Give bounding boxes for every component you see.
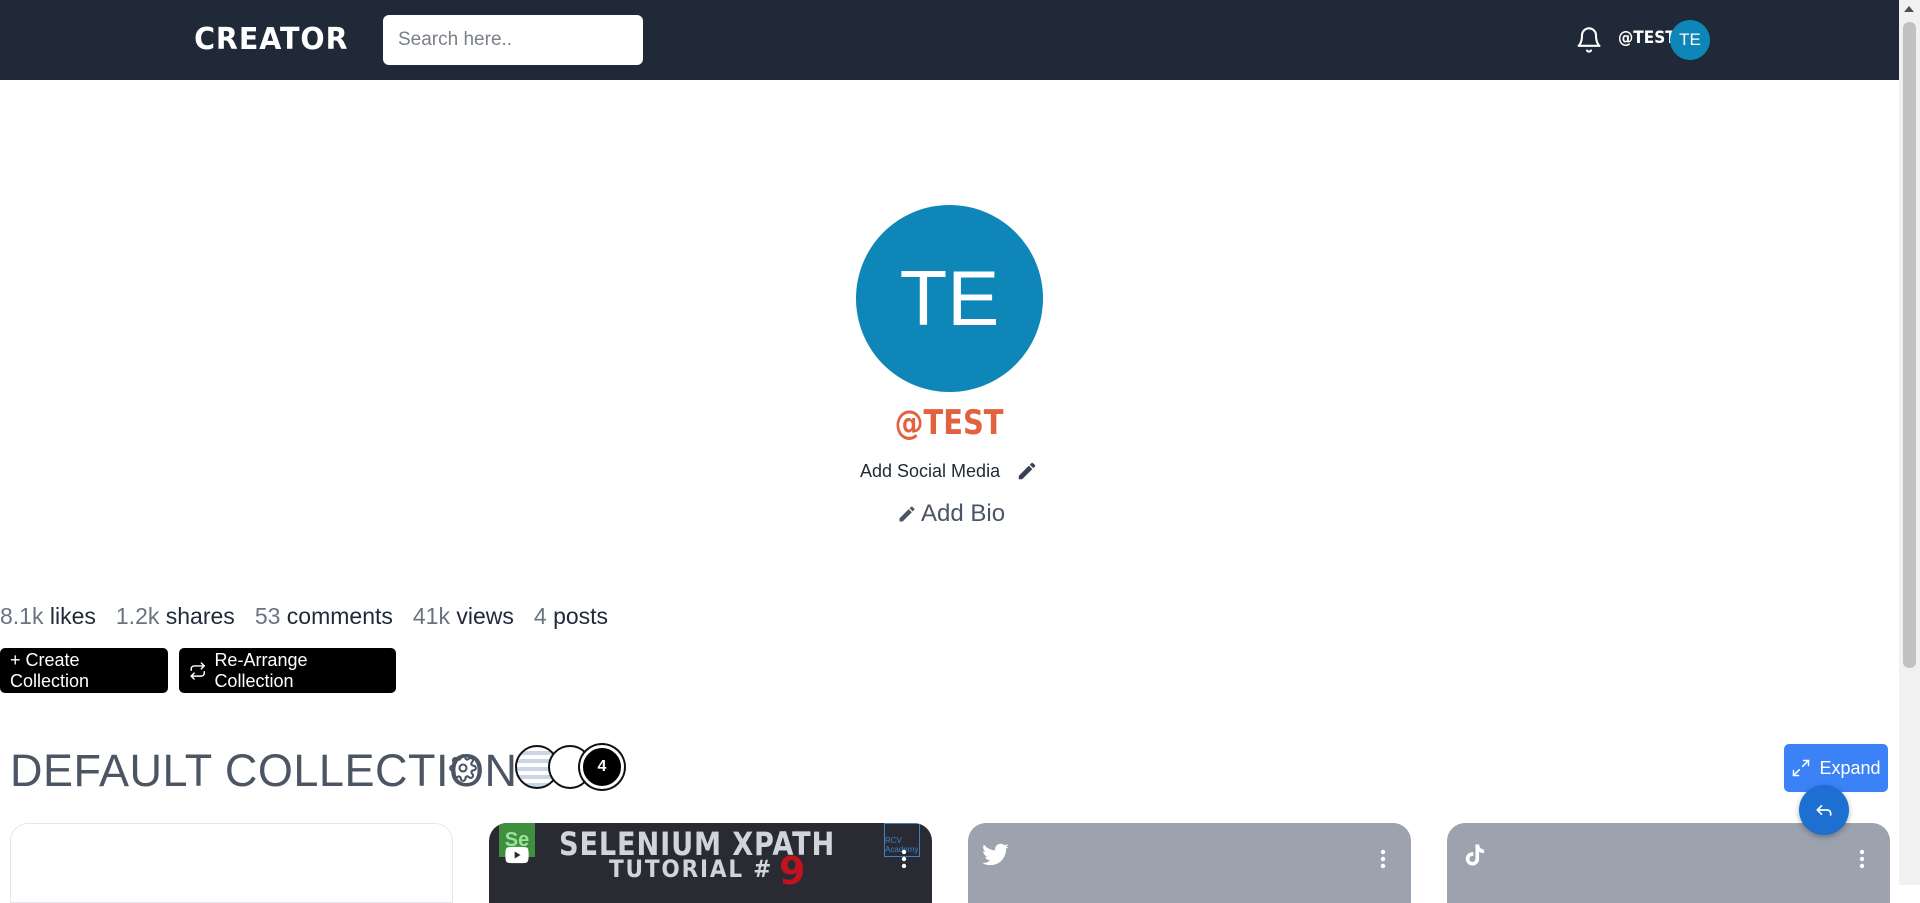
gear-icon[interactable] xyxy=(449,754,477,782)
pencil-icon[interactable] xyxy=(1016,460,1038,482)
profile-avatar[interactable]: TE xyxy=(856,205,1043,392)
nav-username[interactable]: @TEST xyxy=(1618,28,1676,48)
create-collection-label: + Create Collection xyxy=(10,649,90,691)
stat-value: 8.1k xyxy=(0,603,44,629)
stat-label: posts xyxy=(553,603,609,629)
youtube-icon xyxy=(505,846,529,864)
stat-label: comments xyxy=(286,603,393,629)
stat-value: 1.2k xyxy=(115,603,160,629)
stat-value: 53 xyxy=(254,603,281,629)
video-thumbnail-number: 9 xyxy=(779,849,806,893)
more-options-icon[interactable] xyxy=(1859,849,1865,869)
stat-comments: 53 comments xyxy=(255,603,393,630)
app-logo[interactable]: CREATOR xyxy=(194,22,348,57)
stat-likes: 8.1k likes xyxy=(0,603,96,630)
stat-value: 4 xyxy=(533,603,547,629)
expand-label: Expand xyxy=(1819,757,1881,778)
expand-arrows-icon xyxy=(1793,759,1810,777)
stat-label: shares xyxy=(165,603,235,629)
scrollbar-thumb[interactable] xyxy=(1903,22,1916,668)
stat-posts: 4 posts xyxy=(534,603,608,630)
expand-button[interactable]: Expand xyxy=(1784,744,1888,792)
nav-avatar[interactable]: TE xyxy=(1670,20,1710,60)
search-input[interactable] xyxy=(383,15,643,65)
collection-card-twitter[interactable] xyxy=(968,823,1411,903)
profile-handle: @TEST xyxy=(0,403,1899,443)
add-bio-label: Add Bio xyxy=(921,500,1006,527)
add-social-label: Add Social Media xyxy=(860,460,1001,481)
more-options-icon[interactable] xyxy=(1380,849,1386,869)
scroll-up-arrow-icon[interactable] xyxy=(1904,6,1914,12)
twitter-icon xyxy=(982,843,1009,866)
more-options-icon[interactable] xyxy=(901,849,907,869)
stat-shares: 1.2k shares xyxy=(116,603,235,630)
tiktok-icon xyxy=(1465,844,1485,866)
collection-card-youtube[interactable]: Se SELENIUM XPATH TUTORIAL # 9 RCV Acade… xyxy=(489,823,932,903)
profile-handle-text: @TEST xyxy=(895,403,1004,443)
profile-stats: 8.1k likes 1.2k shares 53 comments 41k v… xyxy=(0,603,608,630)
collection-card-tiktok[interactable] xyxy=(1447,823,1890,903)
stat-value: 41k xyxy=(412,603,450,629)
bell-icon[interactable] xyxy=(1575,26,1603,54)
collection-card-empty[interactable] xyxy=(10,823,453,903)
stat-views: 41k views xyxy=(413,603,514,630)
pencil-icon xyxy=(899,506,915,522)
repeat-icon xyxy=(190,661,205,680)
reply-fab-button[interactable] xyxy=(1799,785,1849,835)
rearrange-collection-button[interactable]: Re-Arrange Collection xyxy=(179,648,396,693)
member-count-badge[interactable]: 4 xyxy=(580,745,624,789)
collection-title: DEFAULT COLLECTION xyxy=(10,745,518,796)
reply-icon xyxy=(1816,805,1832,816)
stat-label: likes xyxy=(49,603,96,629)
rearrange-collection-label: Re-Arrange Collection xyxy=(214,649,308,691)
stat-label: views xyxy=(456,603,514,629)
create-collection-button[interactable]: + Create Collection xyxy=(0,648,168,693)
add-social-media[interactable]: Add Social Media xyxy=(860,460,1038,482)
top-navbar: CREATOR @TEST TE xyxy=(0,0,1899,80)
add-bio-button[interactable]: Add Bio xyxy=(897,500,1005,528)
video-thumbnail-subtitle: TUTORIAL # xyxy=(609,855,774,883)
